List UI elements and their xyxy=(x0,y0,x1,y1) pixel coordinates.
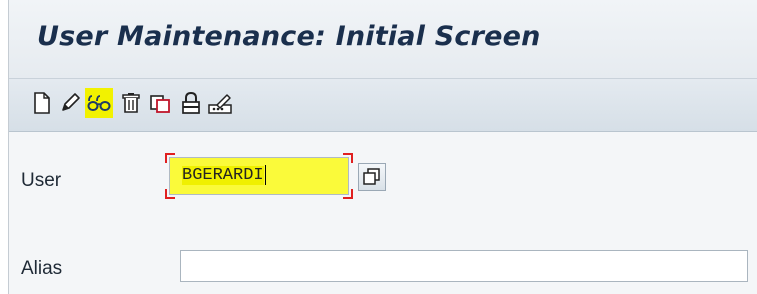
display-button[interactable] xyxy=(85,88,113,118)
alias-input[interactable] xyxy=(180,250,748,282)
alias-label: Alias xyxy=(21,258,63,279)
text-caret xyxy=(264,164,266,185)
lock-button[interactable] xyxy=(177,88,205,118)
user-label: User xyxy=(21,170,62,191)
focus-corner xyxy=(343,153,353,163)
application-toolbar xyxy=(9,79,757,132)
lock-icon xyxy=(182,92,200,114)
user-input-value: BGERARDI xyxy=(182,166,264,185)
copy-icon xyxy=(150,95,170,113)
trash-icon xyxy=(122,93,140,113)
focus-corner xyxy=(165,153,175,163)
value-help-icon xyxy=(363,168,380,185)
value-help-button[interactable] xyxy=(358,163,386,191)
glasses-icon xyxy=(87,95,111,111)
focus-corner xyxy=(165,189,175,199)
user-input[interactable]: BGERARDI xyxy=(169,157,349,195)
create-button[interactable] xyxy=(28,88,56,118)
user-field[interactable]: BGERARDI xyxy=(165,153,357,199)
create-icon xyxy=(34,92,50,114)
focus-corner xyxy=(343,189,353,199)
change-password-icon xyxy=(208,94,232,114)
pencil-icon xyxy=(62,93,80,111)
change-button[interactable] xyxy=(56,88,84,118)
title-bar: User Maintenance: Initial Screen xyxy=(9,0,757,79)
window-frame: User Maintenance: Initial Screen User BG… xyxy=(8,0,757,294)
copy-button[interactable] xyxy=(146,88,174,118)
page-title: User Maintenance: Initial Screen xyxy=(37,21,541,52)
change-password-button[interactable] xyxy=(206,88,234,118)
delete-button[interactable] xyxy=(117,88,145,118)
